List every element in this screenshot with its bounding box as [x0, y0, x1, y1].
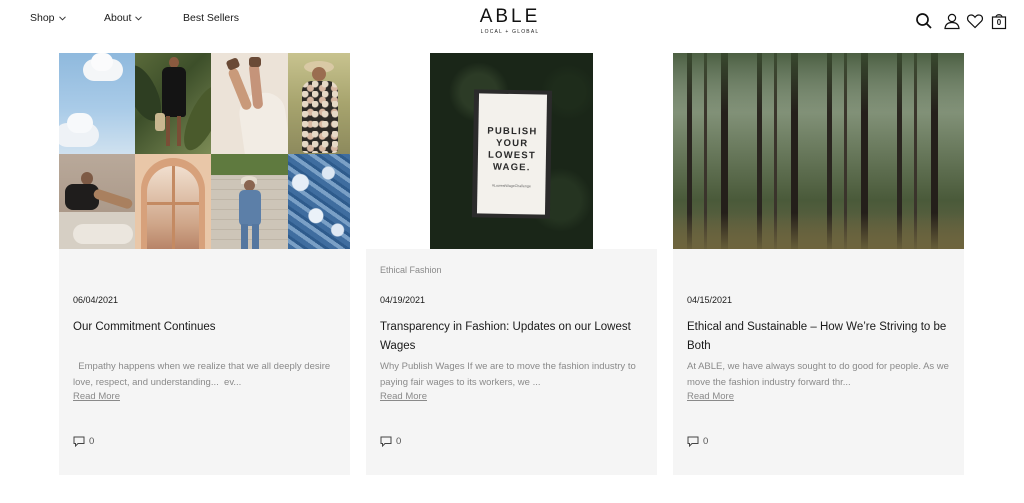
post-title[interactable]: Transparency in Fashion: Updates on our … [380, 318, 642, 356]
comment-icon [687, 436, 699, 447]
nav-best-sellers[interactable]: Best Sellers [183, 12, 239, 24]
post-excerpt: Empathy happens when we realize that we … [73, 361, 331, 388]
chevron-down-icon [135, 15, 143, 21]
towel-text-line: LOWEST [487, 149, 536, 162]
forest-floor [673, 213, 964, 249]
post-image-collage[interactable] [59, 53, 350, 249]
nav-about-label: About [104, 12, 132, 24]
photo-woman-black-dress [135, 53, 211, 154]
post-category[interactable]: Ethical Fashion [380, 265, 442, 275]
photo-woman-reclining [59, 154, 135, 249]
chevron-down-icon [58, 15, 66, 21]
site-logo[interactable]: ABLE LOCAL + GLOBAL [477, 6, 543, 36]
cart-count: 0 [996, 18, 1002, 27]
comment-count-value: 0 [703, 436, 709, 447]
photo-blue-tie-dye [288, 154, 350, 249]
logo-tagline: LOCAL + GLOBAL [480, 29, 540, 35]
comment-count-value: 0 [396, 436, 402, 447]
towel-hashtag: #LowestWageChallenge [491, 183, 531, 189]
post-date: 04/15/2021 [687, 295, 733, 305]
logo-wordmark: ABLE [479, 6, 541, 27]
post-excerpt: At ABLE, we have always sought to do goo… [687, 361, 949, 388]
towel-text-line: PUBLISH [487, 125, 538, 138]
search-icon[interactable] [915, 12, 933, 30]
towel: PUBLISH YOUR LOWEST WAGE. #LowestWageCha… [476, 93, 548, 215]
post-excerpt: Why Publish Wages If we are to move the … [380, 361, 636, 388]
nav-about[interactable]: About [104, 12, 143, 24]
comment-icon [380, 436, 392, 447]
nav-best-sellers-label: Best Sellers [183, 12, 240, 24]
comment-count[interactable]: 0 [73, 436, 94, 447]
comment-count-value: 0 [89, 436, 95, 447]
photo-sky [59, 53, 135, 154]
site-header: Shop About Best Sellers ABLE LOCAL + GLO… [0, 0, 1024, 44]
read-more-link[interactable]: Read More [687, 391, 734, 402]
photo-woman-denim [211, 154, 288, 249]
post-title[interactable]: Ethical and Sustainable – How We’re Stri… [687, 318, 957, 356]
read-more-link[interactable]: Read More [73, 391, 120, 402]
comment-count[interactable]: 0 [687, 436, 708, 447]
cart-bag-icon[interactable]: 0 [990, 12, 1008, 30]
nav-shop-label: Shop [30, 12, 55, 24]
towel-text-line: WAGE. [492, 161, 531, 174]
post-title[interactable]: Our Commitment Continues [73, 318, 335, 337]
towel-text: PUBLISH YOUR LOWEST WAGE. [478, 125, 547, 174]
photo-arched-window [135, 154, 211, 249]
account-icon[interactable] [943, 12, 961, 30]
post-image-publish-wage-towel[interactable]: PUBLISH YOUR LOWEST WAGE. #LowestWageCha… [430, 53, 593, 249]
nav-shop[interactable]: Shop [30, 12, 66, 24]
post-image-forest[interactable] [673, 53, 964, 249]
post-date: 04/19/2021 [380, 295, 426, 305]
photo-woman-floral-dress [288, 53, 350, 154]
post-date: 06/04/2021 [73, 295, 119, 305]
photo-legs-sandals [211, 53, 288, 154]
forest-canopy [673, 53, 964, 113]
comment-icon [73, 436, 85, 447]
wishlist-heart-icon[interactable] [966, 12, 984, 30]
comment-count[interactable]: 0 [380, 436, 401, 447]
read-more-link[interactable]: Read More [380, 391, 427, 402]
